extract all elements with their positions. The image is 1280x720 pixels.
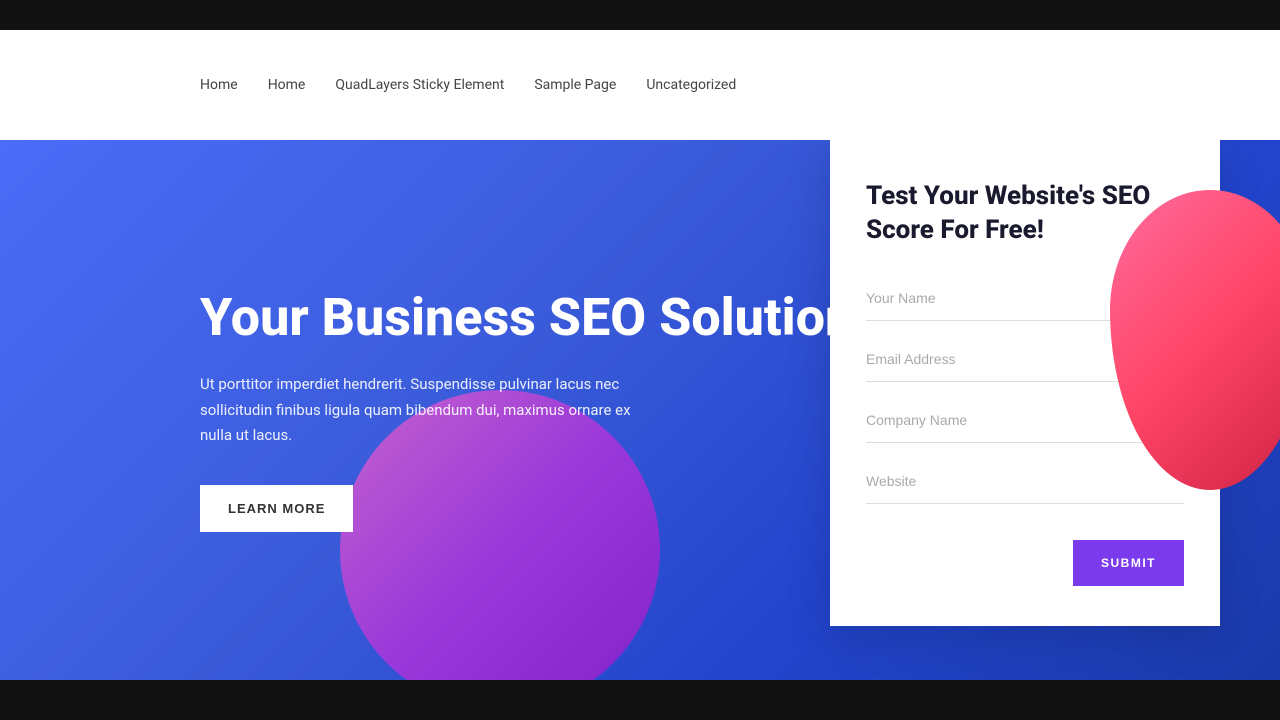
- hero-description: Ut porttitor imperdiet hendrerit. Suspen…: [200, 372, 660, 449]
- learn-more-button[interactable]: LEARN MORE: [200, 485, 353, 532]
- nav-link-home2[interactable]: Home: [268, 77, 306, 93]
- hero-section: Your Business SEO Solution Ut porttitor …: [0, 140, 1280, 680]
- navigation: Home Home QuadLayers Sticky Element Samp…: [0, 30, 1280, 140]
- nav-link-uncategorized[interactable]: Uncategorized: [646, 77, 736, 93]
- hero-title: Your Business SEO Solution: [200, 288, 1180, 348]
- bottom-bar: [0, 680, 1280, 720]
- nav-link-quadlayers[interactable]: QuadLayers Sticky Element: [335, 77, 504, 93]
- nav-link-home1[interactable]: Home: [200, 77, 238, 93]
- hero-left: Your Business SEO Solution Ut porttitor …: [0, 228, 1280, 591]
- top-bar: [0, 0, 1280, 30]
- nav-link-sample[interactable]: Sample Page: [534, 77, 616, 93]
